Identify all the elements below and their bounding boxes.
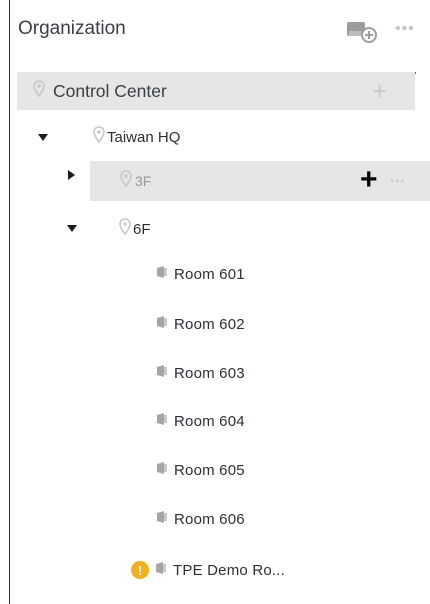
room-icon — [156, 364, 168, 383]
room-icon — [156, 315, 168, 334]
tree-node-6f[interactable]: 6F — [119, 216, 151, 242]
tree-node-label: Room 603 — [174, 364, 245, 382]
tree-node-label: Room 601 — [174, 265, 245, 283]
tree-node-label: Room 604 — [174, 412, 245, 430]
tree-node-room[interactable]: Room 601 — [156, 259, 245, 289]
tree-node-room[interactable]: Room 602 — [156, 309, 245, 339]
tree-node-room[interactable]: Room 604 — [156, 406, 245, 436]
tree-node-label: Room 606 — [174, 510, 245, 528]
alert-icon: ! — [131, 561, 149, 579]
more-icon[interactable]: ••• — [395, 20, 415, 38]
tree-node-label: 6F — [133, 220, 151, 238]
tree-node-room[interactable]: Room 603 — [156, 358, 245, 388]
tree-node-label: Control Center — [53, 80, 167, 101]
room-icon — [156, 412, 168, 431]
tree-node-control-center[interactable]: Control Center + — [17, 72, 415, 110]
tree-node-room[interactable]: Room 606 — [156, 504, 245, 534]
tree-node-label: 3F — [135, 173, 152, 189]
location-pin-icon — [93, 125, 105, 149]
location-pin-icon — [120, 169, 132, 193]
tree-node-3f[interactable]: 3F + ••• — [90, 161, 430, 201]
expand-caret-icon[interactable] — [38, 134, 48, 141]
tree-node-demo-room[interactable]: ! TPE Demo Ro... — [131, 555, 285, 585]
room-icon — [156, 510, 168, 529]
expand-caret-icon[interactable] — [67, 225, 77, 232]
room-icon — [156, 461, 168, 480]
panel-header: Organization ••• — [10, 12, 430, 74]
tree-node-label: Room 602 — [174, 315, 245, 333]
organization-panel: Organization ••• Control Center + Taiwan… — [9, 0, 430, 604]
add-site-icon[interactable] — [345, 19, 379, 43]
tree-node-label: Taiwan HQ — [107, 128, 181, 146]
room-icon — [156, 265, 168, 284]
tree-node-taiwan-hq[interactable]: Taiwan HQ — [93, 124, 180, 150]
room-icon — [155, 561, 167, 580]
panel-title: Organization — [18, 18, 126, 39]
tree-node-label: Room 605 — [174, 461, 245, 479]
more-icon[interactable]: ••• — [390, 174, 406, 188]
add-child-icon[interactable]: + — [372, 78, 387, 104]
tree-node-label: TPE Demo Ro... — [173, 561, 285, 579]
tree-node-room[interactable]: Room 605 — [156, 455, 245, 485]
location-pin-icon — [119, 217, 131, 241]
location-pin-icon — [33, 79, 45, 103]
collapse-caret-icon[interactable] — [68, 170, 75, 180]
add-child-icon[interactable]: + — [360, 165, 378, 195]
